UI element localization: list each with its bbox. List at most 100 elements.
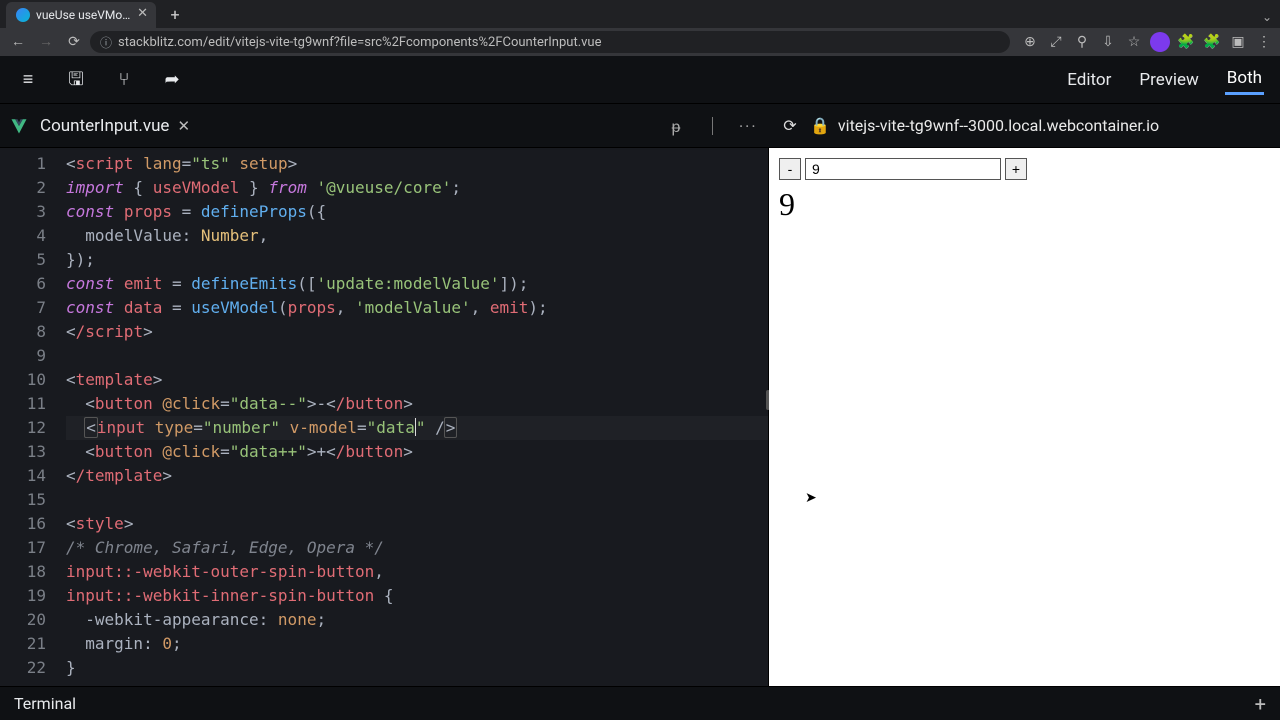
code-line[interactable]: /* Chrome, Safari, Edge, Opera */ bbox=[66, 536, 768, 560]
panel-icon[interactable]: ▣ bbox=[1228, 32, 1248, 52]
app-header: ≡ 🖫 ⑂ ➦ Editor Preview Both bbox=[0, 56, 1280, 104]
code-line[interactable]: import { useVModel } from '@vueuse/core'… bbox=[66, 176, 768, 200]
toolbar-right-icons: ⊕ ⤢ ⚲ ⇩ ☆ 🧩 🧩 ▣ ⋮ bbox=[1014, 32, 1274, 52]
extensions-icon[interactable]: 🧩 bbox=[1176, 32, 1196, 52]
line-number: 19 bbox=[0, 584, 46, 608]
code-line[interactable]: <template> bbox=[66, 368, 768, 392]
code-line[interactable] bbox=[66, 344, 768, 368]
line-number: 7 bbox=[0, 296, 46, 320]
terminal-bar[interactable]: Terminal + bbox=[0, 686, 1280, 720]
omnibox-url: stackblitz.com/edit/vitejs-vite-tg9wnf?f… bbox=[118, 35, 601, 50]
line-number: 22 bbox=[0, 656, 46, 680]
code-line[interactable]: const emit = defineEmits(['update:modelV… bbox=[66, 272, 768, 296]
vue-file-icon bbox=[10, 117, 28, 135]
menu-icon[interactable]: ≡ bbox=[16, 68, 40, 92]
site-info-icon[interactable]: ⓘ bbox=[100, 34, 112, 51]
code-line[interactable]: <input type="number" v-model="data" /> bbox=[66, 416, 768, 440]
counter-display: 9 bbox=[779, 186, 1270, 223]
line-number: 1 bbox=[0, 152, 46, 176]
line-number: 11 bbox=[0, 392, 46, 416]
nav-back-icon[interactable]: ← bbox=[6, 30, 30, 54]
browser-chrome: vueUse useVModel (end actu… ✕ + ⌄ ← → ⟳ … bbox=[0, 0, 1280, 56]
bookmark-icon[interactable]: ☆ bbox=[1124, 32, 1144, 52]
new-tab-button[interactable]: + bbox=[164, 4, 186, 26]
code-line[interactable]: <script lang="ts" setup> bbox=[66, 152, 768, 176]
share-icon[interactable]: ➦ bbox=[160, 68, 184, 92]
extension-purple-icon[interactable] bbox=[1150, 32, 1170, 52]
preview-url-bar[interactable]: 🔒 vitejs-vite-tg9wnf--3000.local.webcont… bbox=[810, 116, 1159, 135]
code-line[interactable]: -webkit-appearance: none; bbox=[66, 608, 768, 632]
editor-code[interactable]: <script lang="ts" setup>import { useVMod… bbox=[60, 148, 768, 686]
preview-url-text: vitejs-vite-tg9wnf--3000.local.webcontai… bbox=[838, 116, 1159, 135]
workspace: 12345678910111213141516171819202122 <scr… bbox=[0, 148, 1280, 686]
search-icon[interactable]: ⚲ bbox=[1072, 32, 1092, 52]
terminal-label: Terminal bbox=[14, 694, 76, 713]
tab-strip: vueUse useVModel (end actu… ✕ + ⌄ bbox=[0, 0, 1280, 28]
tab-close-icon[interactable]: ✕ bbox=[137, 8, 148, 22]
view-both[interactable]: Both bbox=[1225, 64, 1264, 95]
code-line[interactable] bbox=[66, 488, 768, 512]
editor-gutter: 12345678910111213141516171819202122 bbox=[0, 148, 60, 686]
tabs-overflow-icon[interactable]: ⌄ bbox=[1262, 10, 1272, 24]
line-number: 16 bbox=[0, 512, 46, 536]
view-preview[interactable]: Preview bbox=[1137, 66, 1200, 94]
code-line[interactable]: modelValue: Number, bbox=[66, 224, 768, 248]
mouse-cursor-icon: ➤ bbox=[805, 490, 817, 506]
line-number: 20 bbox=[0, 608, 46, 632]
decrement-button[interactable]: - bbox=[779, 158, 801, 180]
code-line[interactable]: <button @click="data--">-</button> bbox=[66, 392, 768, 416]
zoom-icon[interactable]: ⤢ bbox=[1046, 32, 1066, 52]
line-number: 5 bbox=[0, 248, 46, 272]
editor-tab[interactable]: CounterInput.vue ✕ bbox=[40, 116, 190, 136]
prettier-icon[interactable]: ᵽ bbox=[666, 116, 686, 136]
kebab-menu-icon[interactable]: ⋮ bbox=[1254, 32, 1274, 52]
counter-input[interactable] bbox=[805, 158, 1001, 180]
line-number: 8 bbox=[0, 320, 46, 344]
nav-reload-icon[interactable]: ⟳ bbox=[62, 30, 86, 54]
secondary-bar: CounterInput.vue ✕ ᵽ ··· ⟳ 🔒 vitejs-vite… bbox=[0, 104, 1280, 148]
terminal-add-icon[interactable]: + bbox=[1255, 692, 1266, 716]
code-line[interactable]: input::-webkit-inner-spin-button { bbox=[66, 584, 768, 608]
increment-button[interactable]: + bbox=[1005, 158, 1027, 180]
line-number: 4 bbox=[0, 224, 46, 248]
counter-row: - + bbox=[779, 158, 1270, 180]
line-number: 18 bbox=[0, 560, 46, 584]
fork-icon[interactable]: ⑂ bbox=[112, 68, 136, 92]
extensions2-icon[interactable]: 🧩 bbox=[1202, 32, 1222, 52]
code-line[interactable]: } bbox=[66, 656, 768, 680]
address-bar: ← → ⟳ ⓘ stackblitz.com/edit/vitejs-vite-… bbox=[0, 28, 1280, 56]
omnibox[interactable]: ⓘ stackblitz.com/edit/vitejs-vite-tg9wnf… bbox=[90, 31, 1010, 53]
editor-tab-label: CounterInput.vue bbox=[40, 116, 169, 136]
code-line[interactable]: </template> bbox=[66, 464, 768, 488]
line-number: 15 bbox=[0, 488, 46, 512]
line-number: 2 bbox=[0, 176, 46, 200]
browser-tab[interactable]: vueUse useVModel (end actu… ✕ bbox=[6, 2, 156, 28]
code-line[interactable]: </script> bbox=[66, 320, 768, 344]
save-icon[interactable]: 🖫 bbox=[64, 68, 88, 92]
line-number: 9 bbox=[0, 344, 46, 368]
code-line[interactable]: }); bbox=[66, 248, 768, 272]
downloads-icon[interactable]: ⇩ bbox=[1098, 32, 1118, 52]
code-line[interactable]: input::-webkit-outer-spin-button, bbox=[66, 560, 768, 584]
editor-more-icon[interactable]: ··· bbox=[738, 116, 758, 136]
preview-pane: - + 9 ➤ bbox=[769, 148, 1280, 686]
tab-title: vueUse useVModel (end actu… bbox=[36, 8, 131, 22]
tab-favicon bbox=[16, 8, 30, 22]
line-number: 6 bbox=[0, 272, 46, 296]
lock-icon: 🔒 bbox=[810, 116, 830, 135]
preview-reload-icon[interactable]: ⟳ bbox=[780, 116, 800, 136]
code-line[interactable]: margin: 0; bbox=[66, 632, 768, 656]
line-number: 14 bbox=[0, 464, 46, 488]
code-line[interactable]: const data = useVModel(props, 'modelValu… bbox=[66, 296, 768, 320]
split-editor-icon[interactable] bbox=[702, 116, 722, 136]
code-editor[interactable]: 12345678910111213141516171819202122 <scr… bbox=[0, 148, 768, 686]
line-number: 21 bbox=[0, 632, 46, 656]
nav-forward-icon: → bbox=[34, 30, 58, 54]
code-line[interactable]: const props = defineProps({ bbox=[66, 200, 768, 224]
code-line[interactable]: <button @click="data++">+</button> bbox=[66, 440, 768, 464]
code-line[interactable]: <style> bbox=[66, 512, 768, 536]
install-app-icon[interactable]: ⊕ bbox=[1020, 32, 1040, 52]
line-number: 17 bbox=[0, 536, 46, 560]
view-editor[interactable]: Editor bbox=[1065, 66, 1113, 94]
editor-tab-close-icon[interactable]: ✕ bbox=[177, 117, 190, 135]
